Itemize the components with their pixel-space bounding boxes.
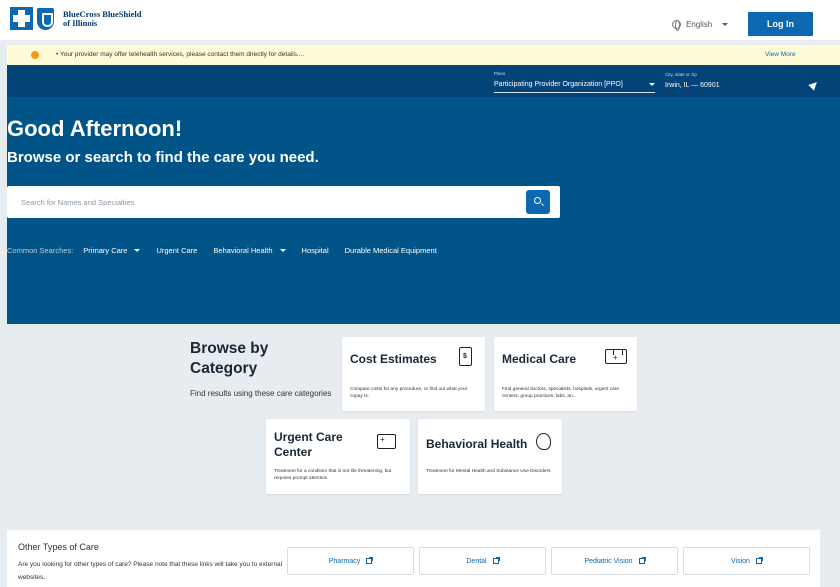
head-brain-icon <box>536 433 551 450</box>
chevron-down-icon <box>279 249 286 252</box>
external-link-icon <box>638 557 646 564</box>
location-label: City, state or zip <box>665 72 697 77</box>
common-search-urgent-care[interactable]: Urgent Care <box>156 246 197 255</box>
common-search-primary-care[interactable]: Primary Care <box>83 246 141 255</box>
common-search-label: Primary Care <box>83 246 128 255</box>
blue-cross-icon <box>10 7 33 30</box>
plan-underline <box>494 92 655 93</box>
card-title: Medical Care <box>502 352 577 366</box>
language-selector[interactable]: English <box>672 20 729 31</box>
card-desc: Find general doctors, specialists, hospi… <box>502 387 620 399</box>
common-search-label: Urgent Care <box>156 246 198 255</box>
common-search-label: Behavioral Health <box>213 246 273 255</box>
chevron-down-icon[interactable] <box>649 83 655 86</box>
view-more-link[interactable]: View More <box>765 51 796 58</box>
browse-subtitle: Find results using these care categories <box>190 389 332 398</box>
card-desc: Treatment for a condition that is not li… <box>274 469 392 481</box>
card-title-line-1: Urgent Care <box>274 430 343 444</box>
common-searches-label: Common Searches: <box>7 246 74 255</box>
card-title: Behavioral Health <box>426 437 528 451</box>
chevron-down-icon <box>134 249 141 252</box>
card-desc: Treatment for Mental Health and Substanc… <box>426 469 551 474</box>
card-behavioral-health[interactable]: Behavioral Health Treatment for Mental H… <box>418 419 562 494</box>
bcbs-logo[interactable]: BlueCross BlueShield of Illinois <box>10 7 142 30</box>
link-label: Pharmacy <box>328 557 361 565</box>
link-label: Pediatric Vision <box>584 557 633 565</box>
telehealth-alert: • Your provider may offer telehealth ser… <box>7 45 840 65</box>
external-link-icon <box>366 557 374 564</box>
card-title-line-2: Center <box>274 445 313 459</box>
plan-label: Plans <box>494 71 506 76</box>
card-title: Urgent Care Center <box>274 430 343 460</box>
page-subtitle: Browse or search to find the care you ne… <box>7 149 319 166</box>
card-urgent-care-center[interactable]: Urgent Care Center + Treatment for a con… <box>266 419 410 494</box>
brand-name: BlueCross BlueShield of Illinois <box>63 9 142 28</box>
search-icon <box>534 197 541 204</box>
card-medical-care[interactable]: Medical Care + Find general doctors, spe… <box>494 337 637 411</box>
search-bar <box>7 186 560 218</box>
other-care-title: Other Types of Care <box>18 542 99 552</box>
common-search-dme[interactable]: Durable Medical Equipment <box>345 246 437 255</box>
alert-icon <box>31 51 39 59</box>
card-cost-estimates[interactable]: Cost Estimates $ Compare costs for any p… <box>342 337 485 411</box>
link-label: Dental <box>466 557 487 565</box>
brand-line-2: of Illinois <box>63 17 98 28</box>
chevron-down-icon <box>722 23 729 26</box>
login-button[interactable]: Log In <box>748 12 813 36</box>
browse-title-line-1: Browse by <box>190 340 269 357</box>
top-header: BlueCross BlueShield of Illinois English… <box>0 0 840 40</box>
link-label: Vision <box>731 557 750 565</box>
receipt-dollar-icon: $ <box>459 347 472 366</box>
plan-location-bar: Plans Participating Provider Organizatio… <box>7 65 840 97</box>
common-search-behavioral-health[interactable]: Behavioral Health <box>213 246 286 255</box>
common-search-label: Hospital <box>301 246 329 255</box>
card-desc: Compare costs for any procedure, or find… <box>350 387 468 399</box>
card-title: Cost Estimates <box>350 352 437 366</box>
location-input[interactable]: Irwin, IL — 60901 <box>665 82 720 89</box>
ambulance-icon: + <box>377 434 396 449</box>
other-care-desc: Are you looking for other types of care?… <box>18 561 283 581</box>
hero-section: Plans Participating Provider Organizatio… <box>7 65 840 324</box>
language-label: English <box>686 20 713 29</box>
other-care-section: Other Types of Care Are you looking for … <box>7 530 820 587</box>
plan-select[interactable]: Participating Provider Organization [PPO… <box>494 81 623 88</box>
alert-text: • Your provider may offer telehealth ser… <box>56 51 305 58</box>
blue-shield-icon <box>37 7 54 30</box>
browse-title-line-2: Category <box>190 360 258 377</box>
dental-link[interactable]: Dental <box>419 547 546 575</box>
pediatric-vision-link[interactable]: Pediatric Vision <box>551 547 678 575</box>
pharmacy-link[interactable]: Pharmacy <box>287 547 414 575</box>
page-title: Good Afternoon! <box>7 116 183 141</box>
external-link-icon <box>492 557 500 564</box>
common-search-label: Durable Medical Equipment <box>344 246 437 255</box>
vision-link[interactable]: Vision <box>683 547 810 575</box>
search-button[interactable] <box>526 190 550 214</box>
external-link-icon <box>755 557 763 564</box>
browse-title: Browse by Category <box>190 339 268 379</box>
search-input[interactable] <box>21 186 501 218</box>
hospital-building-icon: + <box>605 349 627 364</box>
location-arrow-icon[interactable] <box>808 79 820 91</box>
globe-icon <box>672 20 681 31</box>
common-search-hospital[interactable]: Hospital <box>302 246 329 255</box>
common-searches: Common Searches: Primary Care Urgent Car… <box>7 246 453 255</box>
